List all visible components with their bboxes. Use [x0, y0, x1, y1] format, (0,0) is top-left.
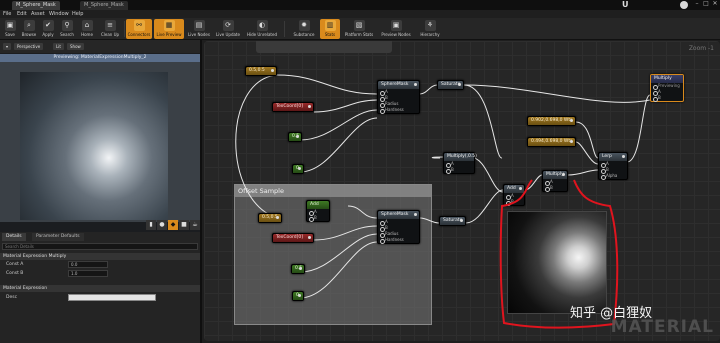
menu-help[interactable]: Help	[72, 11, 83, 17]
connectors-label: Connectors	[127, 32, 151, 37]
search-icon: ⚲	[61, 20, 73, 31]
live-preview-button[interactable]: ▦ Live Preview	[154, 19, 184, 39]
preview-nodes-icon: ▣	[390, 20, 402, 31]
platform-stats-icon: ▧	[353, 20, 365, 31]
substance-icon: ✹	[298, 20, 310, 31]
platform-stats-label: Platform Stats	[344, 32, 374, 37]
live-preview-label: Live Preview	[156, 32, 182, 37]
teapot-icon[interactable]: ☕	[190, 220, 200, 230]
tab-parameter-defaults[interactable]: Parameter Defaults	[32, 233, 84, 241]
show-button[interactable]: Show	[67, 43, 84, 50]
preview-nodes-button[interactable]: ▣ Preview Nodes	[378, 19, 414, 39]
home-button[interactable]: ⌂ Home	[78, 19, 96, 39]
browse-icon: ⌕	[23, 20, 35, 31]
live-preview-icon: ▦	[163, 20, 175, 31]
live-update-icon: ⟳	[222, 20, 234, 31]
tab-material-1[interactable]: M_Sphere_Mask	[12, 1, 60, 10]
title-bar: M_Sphere_Mask M_Sphere_Mask U – □ ✕	[0, 0, 720, 10]
toolbar-divider	[284, 21, 285, 37]
stats-button[interactable]: ▥ Stats	[320, 19, 340, 39]
preview-label: Previewing: MaterialExpressionMultiply_2	[0, 54, 200, 62]
tab-details[interactable]: Details	[2, 233, 26, 241]
live-update-label: Live Update	[216, 32, 240, 37]
menu-asset[interactable]: Asset	[31, 11, 45, 17]
live-nodes-icon: ▤	[193, 20, 205, 31]
menu-bar: File Edit Asset Window Help	[0, 10, 720, 18]
viewport-toolbar: ▾ Perspective Lit Show	[0, 40, 200, 53]
connectors-button[interactable]: ⚯ Connectors	[126, 19, 152, 39]
viewport-options-icon[interactable]: ▾	[3, 43, 12, 50]
menu-file[interactable]: File	[3, 11, 11, 17]
perspective-button[interactable]: Perspective	[14, 43, 44, 50]
preview-mesh	[20, 72, 168, 220]
stats-icon: ▥	[324, 20, 336, 31]
save-button[interactable]: ▣ Save	[2, 19, 18, 39]
tab-label: M_Sphere_Mask	[16, 2, 56, 8]
browse-button[interactable]: ⌕ Browse	[20, 19, 38, 39]
preview-nodes-label: Preview Nodes	[381, 32, 411, 37]
desc-label: Desc	[6, 295, 18, 300]
tab-label: M_Sphere_Mask	[84, 2, 124, 8]
platform-stats-button[interactable]: ▧ Platform Stats	[342, 19, 376, 39]
material-graph[interactable]: Zoom -1 Offset Sample 0.5,0.5 TexCoord[0…	[200, 40, 720, 343]
apply-icon: ✔	[42, 20, 54, 31]
apply-button[interactable]: ✔ Apply	[40, 19, 56, 39]
hierarchy-icon: ⚘	[424, 20, 436, 31]
highlight-outline	[499, 179, 619, 329]
graph-watermark: MATERIAL	[610, 317, 714, 337]
const-b-label: Const B	[6, 271, 24, 276]
preview-scene	[0, 62, 200, 222]
hide-unrelated-icon: ◐	[256, 20, 268, 31]
const-a-label: Const A	[6, 262, 24, 267]
live-nodes-button[interactable]: ▤ Live Nodes	[186, 19, 212, 39]
save-label: Save	[5, 32, 15, 37]
menu-window[interactable]: Window	[49, 11, 69, 17]
connectors-icon: ⚯	[133, 20, 145, 31]
toolbar: ▣ Save ⌕ Browse ✔ Apply ⚲ Search ⌂ Home ≡ Clea…	[0, 18, 720, 40]
section-material-expression-multiply[interactable]: Material Expression Multiply	[0, 253, 200, 260]
cleanup-label: Clean Up	[100, 32, 120, 37]
browse-label: Browse	[21, 32, 37, 37]
hide-unrelated-label: Hide Unrelated	[246, 32, 277, 37]
const-b-field[interactable]: 1.0	[68, 270, 108, 277]
cleanup-button[interactable]: ≡ Clean Up	[98, 19, 122, 39]
cube-icon[interactable]: ■	[179, 220, 189, 230]
hierarchy-label: Hierarchy	[420, 32, 440, 37]
desc-field[interactable]	[68, 294, 156, 301]
substance-button[interactable]: ✹ Substance	[290, 19, 318, 39]
details-panel: Details Parameter Defaults Search Detail…	[0, 232, 200, 343]
lit-button[interactable]: Lit	[53, 43, 64, 50]
close-icon[interactable]: ✕	[710, 0, 720, 9]
toolbar-divider	[124, 21, 125, 37]
substance-label: Substance	[293, 32, 315, 37]
menu-edit[interactable]: Edit	[17, 11, 27, 17]
section-material-expression[interactable]: Material Expression	[0, 285, 200, 292]
user-avatar[interactable]	[680, 1, 688, 9]
tab-material-2[interactable]: M_Sphere_Mask	[80, 1, 128, 10]
live-nodes-label: Live Nodes	[188, 32, 210, 37]
const-a-field[interactable]: 0.0	[68, 261, 108, 268]
save-icon: ▣	[4, 20, 16, 31]
live-update-button[interactable]: ⟳ Live Update	[214, 19, 242, 39]
home-label: Home	[81, 32, 93, 37]
apply-label: Apply	[42, 32, 54, 37]
hide-unrelated-button[interactable]: ◐ Hide Unrelated	[244, 19, 280, 39]
cylinder-icon[interactable]: ▮	[146, 220, 156, 230]
plane-icon[interactable]: ◆	[168, 220, 178, 230]
details-search-input[interactable]: Search Details	[2, 243, 198, 250]
home-icon: ⌂	[81, 20, 93, 31]
preview-viewport[interactable]: ▾ Perspective Lit Show Previewing: Mater…	[0, 40, 200, 232]
cleanup-icon: ≡	[104, 20, 116, 31]
sphere-icon[interactable]: ●	[157, 220, 167, 230]
unreal-logo-icon: U	[622, 0, 629, 9]
search-label: Search	[60, 32, 74, 37]
hierarchy-button[interactable]: ⚘ Hierarchy	[416, 19, 444, 39]
search-button[interactable]: ⚲ Search	[58, 19, 76, 39]
stats-label: Stats	[324, 32, 336, 37]
